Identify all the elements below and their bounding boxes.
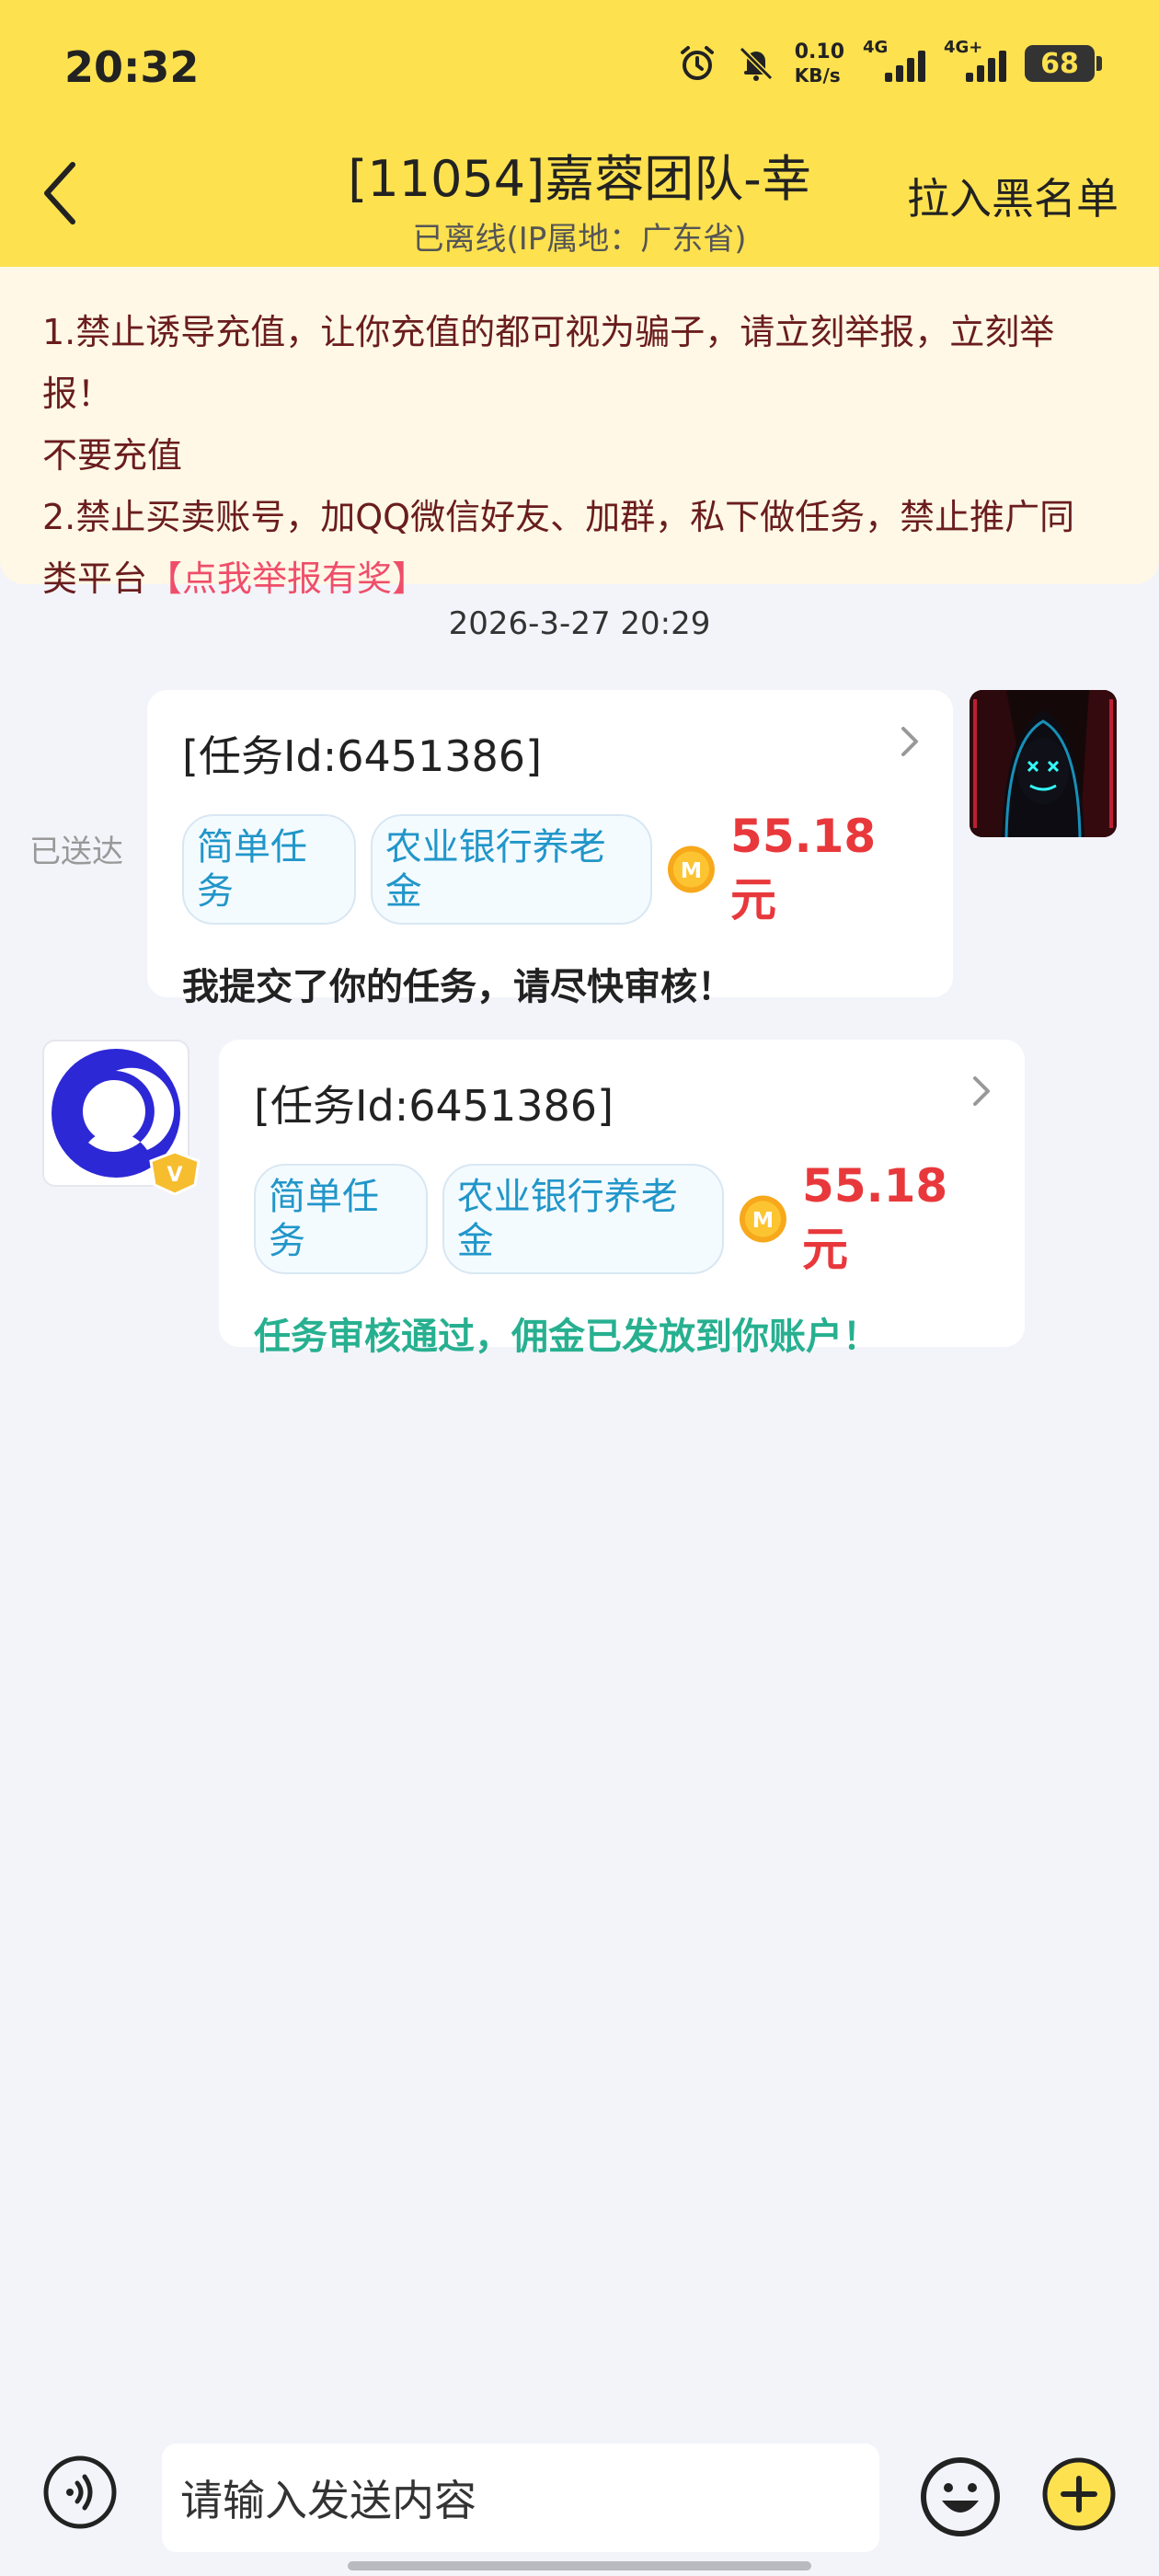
tag-task-name: 农业银行养老金	[442, 1164, 725, 1274]
battery-icon: 68	[1025, 45, 1102, 82]
notice-line-1: 1.禁止诱导充值，让你充值的都可视为骗子，请立刻举报，立刻举报！	[42, 312, 1055, 414]
verified-badge-icon: V	[149, 1150, 201, 1196]
plus-icon[interactable]	[1041, 2456, 1117, 2532]
tag-task-type: 简单任务	[254, 1164, 428, 1274]
task-reward: 55.18元	[802, 1159, 948, 1276]
status-time: 20:32	[64, 42, 200, 92]
message-text: 任务审核通过，佣金已发放到你账户！	[254, 1316, 879, 1358]
message-text: 我提交了你的任务，请尽快审核！	[182, 966, 734, 1008]
signal-4g: 4G	[863, 38, 925, 82]
mute-bell-icon	[739, 46, 773, 81]
blacklist-button[interactable]: 拉入黑名单	[907, 166, 1119, 226]
voice-input-icon[interactable]	[42, 2455, 118, 2530]
chat-page: 20:32 0.10 KB/s 4G 4G+ 68 [11054]嘉蓉团队-幸 …	[0, 0, 1159, 2576]
message-input[interactable]: 请输入发送内容	[162, 2444, 879, 2552]
home-indicator[interactable]	[348, 2561, 811, 2570]
task-id: [任务Id:6451386]	[182, 731, 543, 781]
alarm-icon	[680, 46, 714, 80]
signal-4g-label: 4G	[863, 38, 889, 57]
task-reward: 55.18元	[730, 810, 877, 926]
net-speed-unit: KB/s	[794, 64, 841, 86]
my-avatar[interactable]	[970, 690, 1117, 837]
coin-icon: M	[668, 845, 716, 893]
hooded-mask-avatar-image	[970, 690, 1117, 837]
svg-text:V: V	[166, 1164, 182, 1187]
status-icons: 0.10 KB/s 4G 4G+ 68	[677, 38, 1102, 86]
notice-line-2: 不要充值	[42, 435, 183, 476]
svg-text:M: M	[752, 1207, 774, 1233]
notice-line-4-prefix: 类平台	[42, 558, 148, 599]
coin-icon: M	[740, 1195, 787, 1243]
header: 20:32 0.10 KB/s 4G 4G+ 68 [11054]嘉蓉团队-幸 …	[0, 0, 1159, 267]
signal-4g-plus-label: 4G+	[944, 38, 983, 57]
notice-line-3: 2.禁止买卖账号，加QQ微信好友、加群，私下做任务，禁止推广同	[42, 497, 1075, 537]
task-id: [任务Id:6451386]	[254, 1081, 614, 1131]
task-tags: 简单任务 农业银行养老金 M 55.18元	[182, 810, 918, 929]
chevron-right-icon	[973, 1076, 990, 1106]
signal-4g-plus: 4G+	[944, 38, 1006, 82]
chevron-right-icon	[901, 727, 918, 756]
notice-banner: 1.禁止诱导充值，让你充值的都可视为骗子，请立刻举报，立刻举报！ 不要充值 2.…	[0, 267, 1159, 599]
task-card-sent[interactable]: [任务Id:6451386] 简单任务 农业银行养老金 M 55.18元 我提交…	[147, 690, 953, 1008]
net-speed: 0.10 KB/s	[794, 40, 844, 86]
message-timestamp: 2026-3-27 20:29	[448, 605, 711, 642]
tag-task-type: 简单任务	[182, 814, 356, 925]
net-speed-value: 0.10	[794, 40, 844, 63]
report-link[interactable]: 【点我举报有奖】	[147, 558, 427, 599]
delivery-status: 已送达	[29, 834, 123, 870]
notice-line-4: 类平台【点我举报有奖】	[42, 548, 1117, 610]
tag-task-name: 农业银行养老金	[370, 814, 653, 925]
task-tags: 简单任务 农业银行养老金 M 55.18元	[254, 1159, 990, 1279]
svg-text:M: M	[681, 857, 702, 883]
emoji-icon[interactable]	[920, 2456, 1001, 2537]
task-card-received[interactable]: [任务Id:6451386] 简单任务 农业银行养老金 M 55.18元 任务审…	[219, 1040, 1025, 1358]
